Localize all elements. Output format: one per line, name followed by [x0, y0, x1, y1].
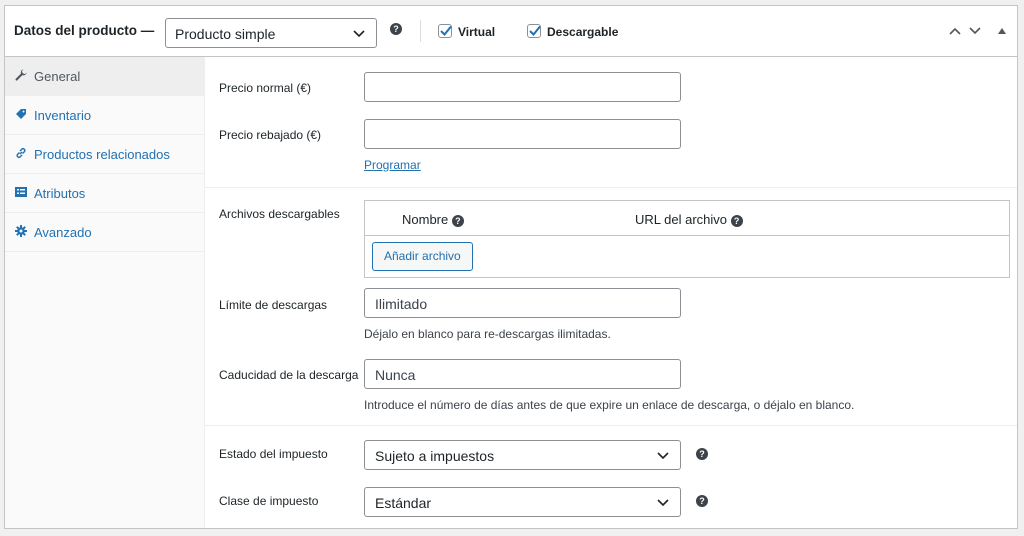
tax-status-value: Sujeto a impuestos — [375, 448, 495, 464]
downloadable-files-table: Nombre ? URL del archivo ? Añadir archiv… — [364, 200, 1010, 278]
add-file-button[interactable]: Añadir archivo — [372, 242, 473, 271]
gear-icon — [15, 225, 27, 237]
tab-label: Avanzado — [34, 225, 92, 240]
chevron-down-icon — [657, 452, 669, 460]
help-icon[interactable]: ? — [696, 495, 708, 507]
downloadable-checkbox[interactable] — [527, 24, 541, 38]
tab-attributes[interactable]: Atributos — [5, 174, 205, 213]
chevron-down-icon — [353, 30, 365, 38]
sale-price-label: Precio rebajado (€) — [219, 128, 322, 142]
col-name-header: Nombre ? — [402, 212, 464, 227]
regular-price-input[interactable] — [364, 72, 681, 102]
tab-general[interactable]: General — [5, 57, 205, 96]
tab-linked-products[interactable]: Productos relacionados — [5, 135, 205, 174]
tab-label: Inventario — [34, 108, 92, 123]
download-limit-input[interactable]: Ilimitado — [364, 288, 681, 318]
schedule-link[interactable]: Programar — [364, 158, 421, 172]
section-divider — [205, 187, 1017, 188]
link-icon — [16, 148, 26, 158]
tab-label: Productos relacionados — [34, 147, 170, 162]
section-divider — [205, 425, 1017, 426]
move-down-icon[interactable] — [968, 25, 982, 37]
col-name-text: Nombre — [402, 212, 449, 227]
tab-advanced[interactable]: Avanzado — [5, 213, 205, 252]
product-data-panel: Datos del producto — Producto simple ? V… — [4, 5, 1018, 529]
general-panel: Precio normal (€) Precio rebajado (€) Pr… — [205, 57, 1017, 528]
regular-price-label: Precio normal (€) — [219, 81, 312, 95]
tab-inventory[interactable]: Inventario — [5, 96, 205, 135]
help-icon[interactable]: ? — [390, 23, 402, 35]
product-data-tabs: General Inventario Productos relacionado… — [5, 57, 205, 528]
table-header: Nombre ? URL del archivo ? — [365, 201, 1009, 236]
move-up-icon[interactable] — [948, 25, 962, 37]
tax-status-select[interactable]: Sujeto a impuestos — [364, 440, 681, 470]
list-icon — [15, 187, 27, 197]
sale-price-input[interactable] — [364, 119, 681, 149]
tax-class-label: Clase de impuesto — [219, 494, 319, 508]
virtual-label[interactable]: Virtual — [458, 25, 495, 39]
check-icon — [529, 25, 541, 36]
virtual-checkbox[interactable] — [438, 24, 452, 38]
tax-class-value: Estándar — [375, 495, 432, 511]
download-expiry-label: Caducidad de la descarga — [219, 368, 359, 382]
col-url-text: URL del archivo — [635, 212, 728, 227]
check-icon — [440, 25, 452, 36]
divider — [420, 20, 421, 42]
downloadable-label[interactable]: Descargable — [547, 25, 618, 39]
panel-header: Datos del producto — Producto simple ? V… — [5, 6, 1017, 57]
tag-icon — [16, 109, 26, 119]
tax-class-select[interactable]: Estándar — [364, 487, 681, 517]
download-limit-placeholder: Ilimitado — [375, 296, 428, 312]
downloadable-files-label: Archivos descargables — [219, 207, 340, 221]
download-expiry-placeholder: Nunca — [375, 367, 416, 383]
col-url-header: URL del archivo ? — [635, 212, 743, 227]
tax-status-label: Estado del impuesto — [219, 447, 328, 461]
download-expiry-description: Introduce el número de días antes de que… — [364, 398, 855, 412]
chevron-down-icon — [657, 499, 669, 507]
download-limit-description: Déjalo en blanco para re-descargas ilimi… — [364, 327, 611, 341]
tab-label: Atributos — [34, 186, 86, 201]
product-type-value: Producto simple — [175, 26, 276, 42]
wrench-icon — [15, 69, 27, 81]
download-limit-label: Límite de descargas — [219, 298, 328, 312]
collapse-toggle-icon[interactable] — [998, 28, 1006, 34]
product-type-select[interactable]: Producto simple — [165, 18, 377, 48]
download-expiry-input[interactable]: Nunca — [364, 359, 681, 389]
panel-title: Datos del producto — — [14, 23, 155, 38]
help-icon[interactable]: ? — [696, 448, 708, 460]
help-icon[interactable]: ? — [451, 215, 464, 227]
tab-label: General — [34, 69, 81, 84]
help-icon[interactable]: ? — [730, 215, 743, 227]
